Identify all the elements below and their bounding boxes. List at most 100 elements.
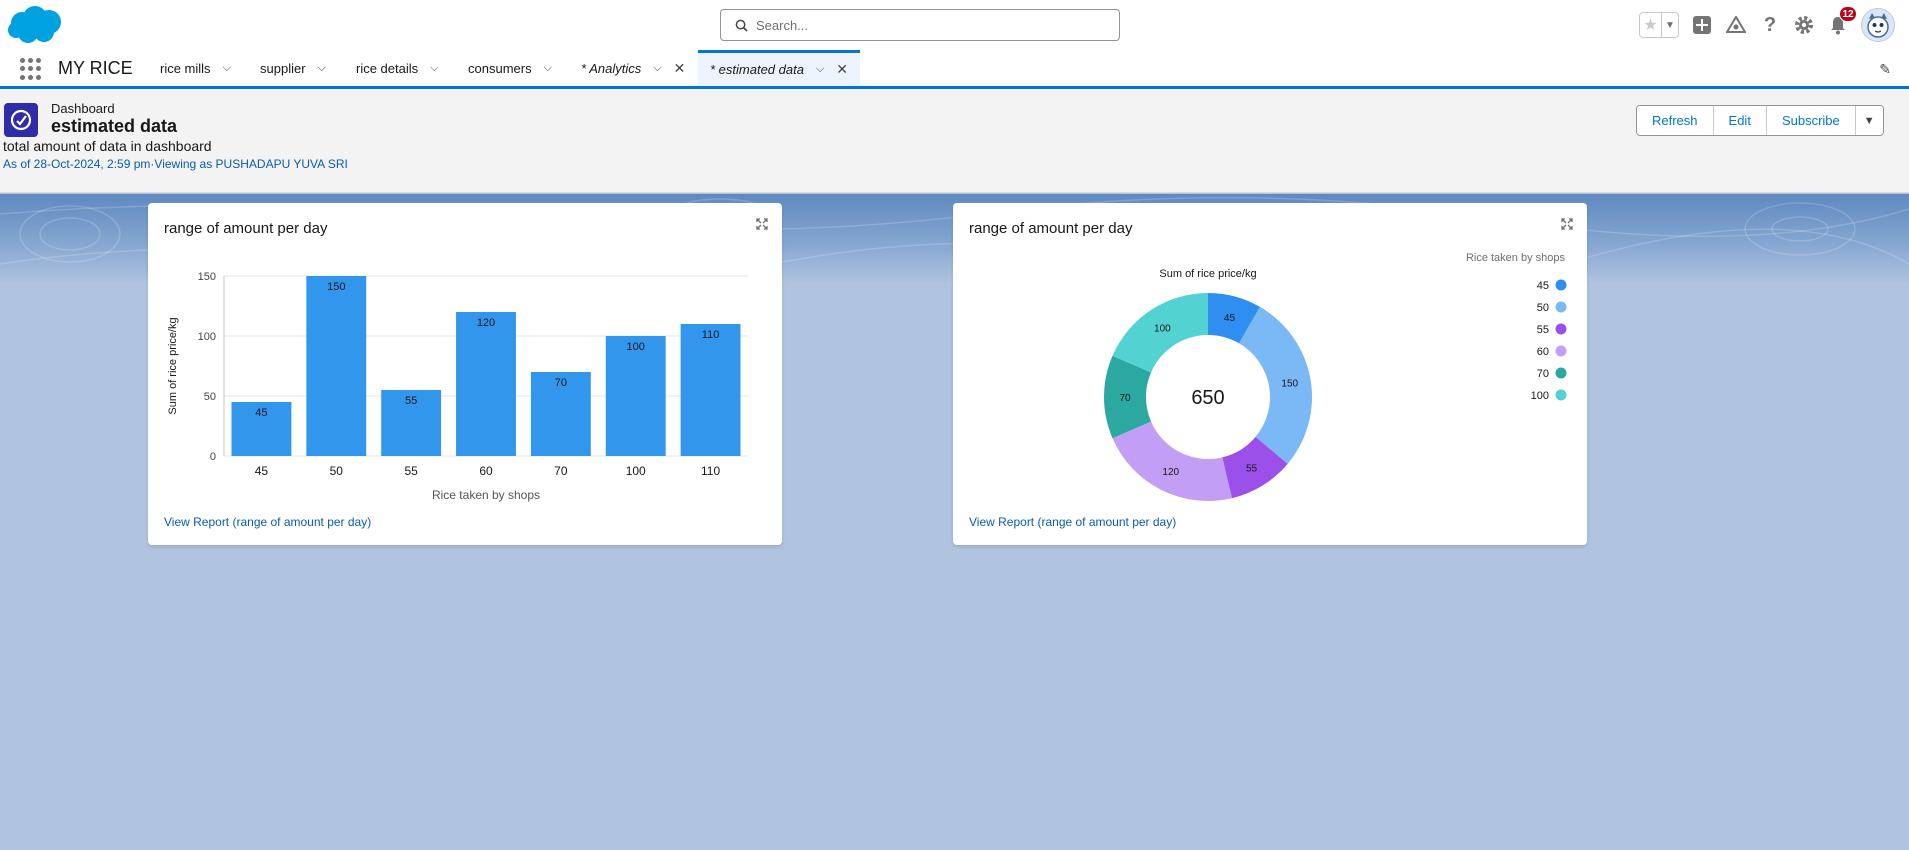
favorite-star-icon[interactable]: ★ — [1640, 13, 1662, 37]
app-launcher-icon[interactable] — [20, 58, 42, 80]
y-tick-label: 50 — [204, 391, 216, 403]
bar-data-label: 150 — [327, 281, 345, 293]
bar[interactable] — [605, 336, 666, 456]
slice-data-label: 70 — [1119, 393, 1131, 404]
x-tick-label: 100 — [626, 464, 646, 478]
legend-label: 45 — [1537, 280, 1549, 292]
setup-gear-icon[interactable] — [1793, 14, 1815, 36]
y-tick-label: 0 — [210, 451, 216, 463]
chevron-down-icon[interactable]: ⌵ — [653, 62, 661, 75]
chevron-down-icon[interactable]: ⌵ — [223, 62, 231, 75]
legend-swatch[interactable] — [1555, 367, 1567, 379]
legend-swatch[interactable] — [1555, 345, 1567, 357]
user-avatar[interactable] — [1861, 8, 1895, 42]
chevron-down-icon[interactable]: ⌵ — [816, 63, 824, 76]
legend-swatch[interactable] — [1555, 389, 1567, 401]
slice-data-label: 150 — [1281, 379, 1298, 390]
bar[interactable] — [456, 312, 516, 456]
edit-button[interactable]: Edit — [1713, 106, 1767, 135]
view-report-link[interactable]: View Report (range of amount per day) — [969, 515, 1176, 529]
legend-label: 70 — [1537, 368, 1549, 380]
tab-estimated-data[interactable]: * estimated data ⌵ ✕ — [698, 50, 861, 86]
bar-data-label: 100 — [627, 341, 645, 353]
x-tick-label: 45 — [255, 464, 269, 478]
global-create-icon[interactable] — [1691, 14, 1713, 36]
tab-label: supplier — [260, 60, 306, 76]
tab-label: consumers — [468, 60, 532, 76]
chevron-down-icon[interactable]: ⌵ — [318, 62, 326, 75]
legend-swatch[interactable] — [1555, 279, 1567, 291]
search-placeholder: Search... — [756, 17, 809, 33]
dashboard-gauge-icon — [4, 103, 38, 137]
salesforce-logo[interactable] — [6, 5, 64, 45]
subscribe-button[interactable]: Subscribe — [1766, 106, 1856, 135]
tab-analytics[interactable]: * Analytics ⌵ ✕ — [581, 50, 685, 86]
tab-rice-details[interactable]: rice details ⌵ — [356, 50, 438, 86]
bar-data-label: 45 — [255, 407, 267, 419]
more-actions-dropdown-icon[interactable]: ▼ — [1855, 106, 1883, 135]
global-search[interactable]: Search... — [720, 9, 1120, 41]
tab-rice-mills[interactable]: rice mills ⌵ — [160, 50, 231, 86]
bar-data-label: 70 — [555, 377, 567, 389]
search-icon — [735, 19, 748, 32]
slice-data-label: 45 — [1224, 313, 1236, 324]
legend-title: Rice taken by shops — [1466, 252, 1566, 264]
help-icon[interactable]: ? — [1759, 14, 1781, 36]
y-tick-label: 100 — [198, 331, 216, 343]
global-header: Search... ★ ▼ ? 12 — [0, 0, 1909, 50]
x-axis-title: Rice taken by shops — [432, 488, 540, 502]
bar[interactable] — [680, 324, 741, 456]
bar-chart: 0 50 100 150 45 45 150 50 55 55 120 60 70 70 100 100 110… — [167, 271, 748, 502]
y-tick-label: 150 — [198, 271, 216, 283]
donut-slice[interactable] — [1112, 421, 1232, 501]
legend-label: 50 — [1537, 302, 1549, 314]
legend-swatch[interactable] — [1555, 323, 1567, 335]
slice-data-label: 120 — [1162, 467, 1179, 478]
donut-slice[interactable] — [1239, 306, 1312, 464]
dashboard-description: total amount of data in dashboard — [3, 138, 212, 154]
app-navigation: MY RICE rice mills ⌵ supplier ⌵ rice det… — [0, 50, 1909, 89]
x-tick-label: 70 — [554, 464, 568, 478]
bar-chart-card: range of amount per day 0 50 100 150 45 45 150… — [148, 203, 782, 545]
record-type-label: Dashboard — [51, 101, 115, 116]
legend-label: 60 — [1537, 346, 1549, 358]
tab-label: * Analytics — [581, 60, 642, 76]
legend-swatch[interactable] — [1555, 301, 1567, 313]
chart-subtitle: Sum of rice price/kg — [1159, 268, 1256, 280]
tab-supplier[interactable]: supplier ⌵ — [260, 50, 326, 86]
tab-label: rice details — [356, 60, 419, 76]
donut-chart-card: range of amount per day Sum of rice pric… — [953, 203, 1587, 545]
donut-chart: Sum of rice price/kg 45 150 55 120 70 100 650 Ri… — [1104, 252, 1567, 501]
tab-label: rice mills — [160, 60, 211, 76]
favorites-dropdown-icon[interactable]: ▼ — [1662, 13, 1678, 37]
slice-data-label: 100 — [1154, 324, 1171, 335]
app-name: MY RICE — [58, 58, 133, 78]
edit-nav-pencil-icon[interactable]: ✎ — [1879, 61, 1891, 78]
close-tab-icon[interactable]: ✕ — [836, 61, 848, 78]
dashboard-title: estimated data — [51, 116, 178, 136]
close-tab-icon[interactable]: ✕ — [674, 60, 686, 77]
bar-data-label: 120 — [477, 317, 495, 329]
legend-label: 100 — [1531, 390, 1549, 402]
y-axis-title: Sum of rice price/kg — [167, 317, 179, 414]
x-tick-label: 55 — [404, 464, 418, 478]
dashboard-actions: Refresh Edit Subscribe ▼ — [1636, 105, 1884, 136]
chevron-down-icon[interactable]: ⌵ — [544, 62, 552, 75]
x-tick-label: 110 — [701, 464, 720, 478]
x-tick-label: 50 — [330, 464, 344, 478]
dashboard-header: Dashboard estimated data total amount of… — [0, 89, 1909, 193]
view-report-link[interactable]: View Report (range of amount per day) — [164, 515, 371, 529]
notification-badge: 12 — [1839, 6, 1857, 22]
dashboard-meta: As of 28-Oct-2024, 2:59 pm·Viewing as PU… — [3, 157, 348, 171]
bar-data-label: 110 — [702, 329, 720, 341]
bar[interactable] — [306, 276, 367, 456]
donut-center-total: 650 — [1191, 387, 1224, 409]
trailhead-icon[interactable] — [1725, 14, 1747, 36]
favorites-group: ★ ▼ — [1639, 12, 1679, 38]
notifications-bell-icon[interactable]: 12 — [1827, 6, 1857, 36]
bar-data-label: 55 — [405, 395, 417, 407]
slice-data-label: 55 — [1246, 464, 1258, 475]
chevron-down-icon[interactable]: ⌵ — [430, 62, 438, 75]
refresh-button[interactable]: Refresh — [1637, 106, 1714, 135]
tab-consumers[interactable]: consumers ⌵ — [468, 50, 552, 86]
